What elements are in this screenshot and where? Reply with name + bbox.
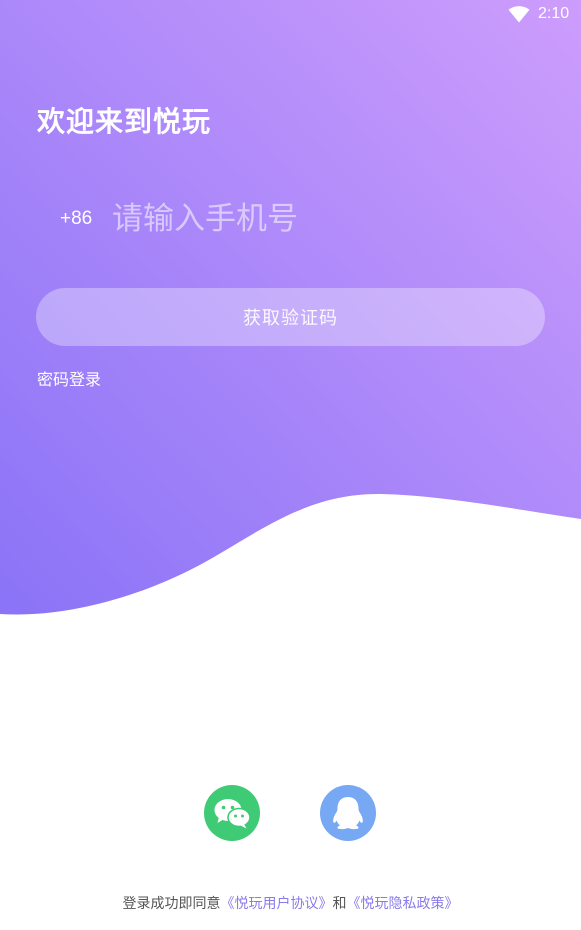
login-screen: 2:10 欢迎来到悦玩 +86 获取验证码 密码登录 登 bbox=[0, 0, 581, 930]
status-bar: 2:10 bbox=[0, 0, 581, 30]
wechat-login-button[interactable] bbox=[204, 785, 260, 841]
wifi-icon bbox=[508, 6, 530, 23]
phone-input[interactable] bbox=[112, 196, 532, 242]
user-agreement-link[interactable]: 《悦玩用户协议》 bbox=[221, 896, 333, 912]
phone-input-row: +86 bbox=[36, 196, 546, 246]
qq-login-button[interactable] bbox=[320, 785, 376, 841]
agreement-prefix: 登录成功即同意 bbox=[122, 896, 221, 912]
wechat-icon bbox=[214, 799, 251, 829]
get-code-button[interactable]: 获取验证码 bbox=[36, 288, 545, 346]
privacy-policy-link[interactable]: 《悦玩隐私政策》 bbox=[347, 896, 459, 912]
agreement-text: 登录成功即同意《悦玩用户协议》和《悦玩隐私政策》 bbox=[0, 893, 581, 913]
qq-icon bbox=[333, 797, 363, 830]
social-login-row bbox=[0, 785, 581, 843]
welcome-title: 欢迎来到悦玩 bbox=[37, 105, 212, 138]
country-code[interactable]: +86 bbox=[60, 208, 92, 230]
agreement-conjunction: 和 bbox=[332, 896, 347, 912]
status-time: 2:10 bbox=[538, 5, 570, 22]
password-login-link[interactable]: 密码登录 bbox=[37, 366, 101, 390]
